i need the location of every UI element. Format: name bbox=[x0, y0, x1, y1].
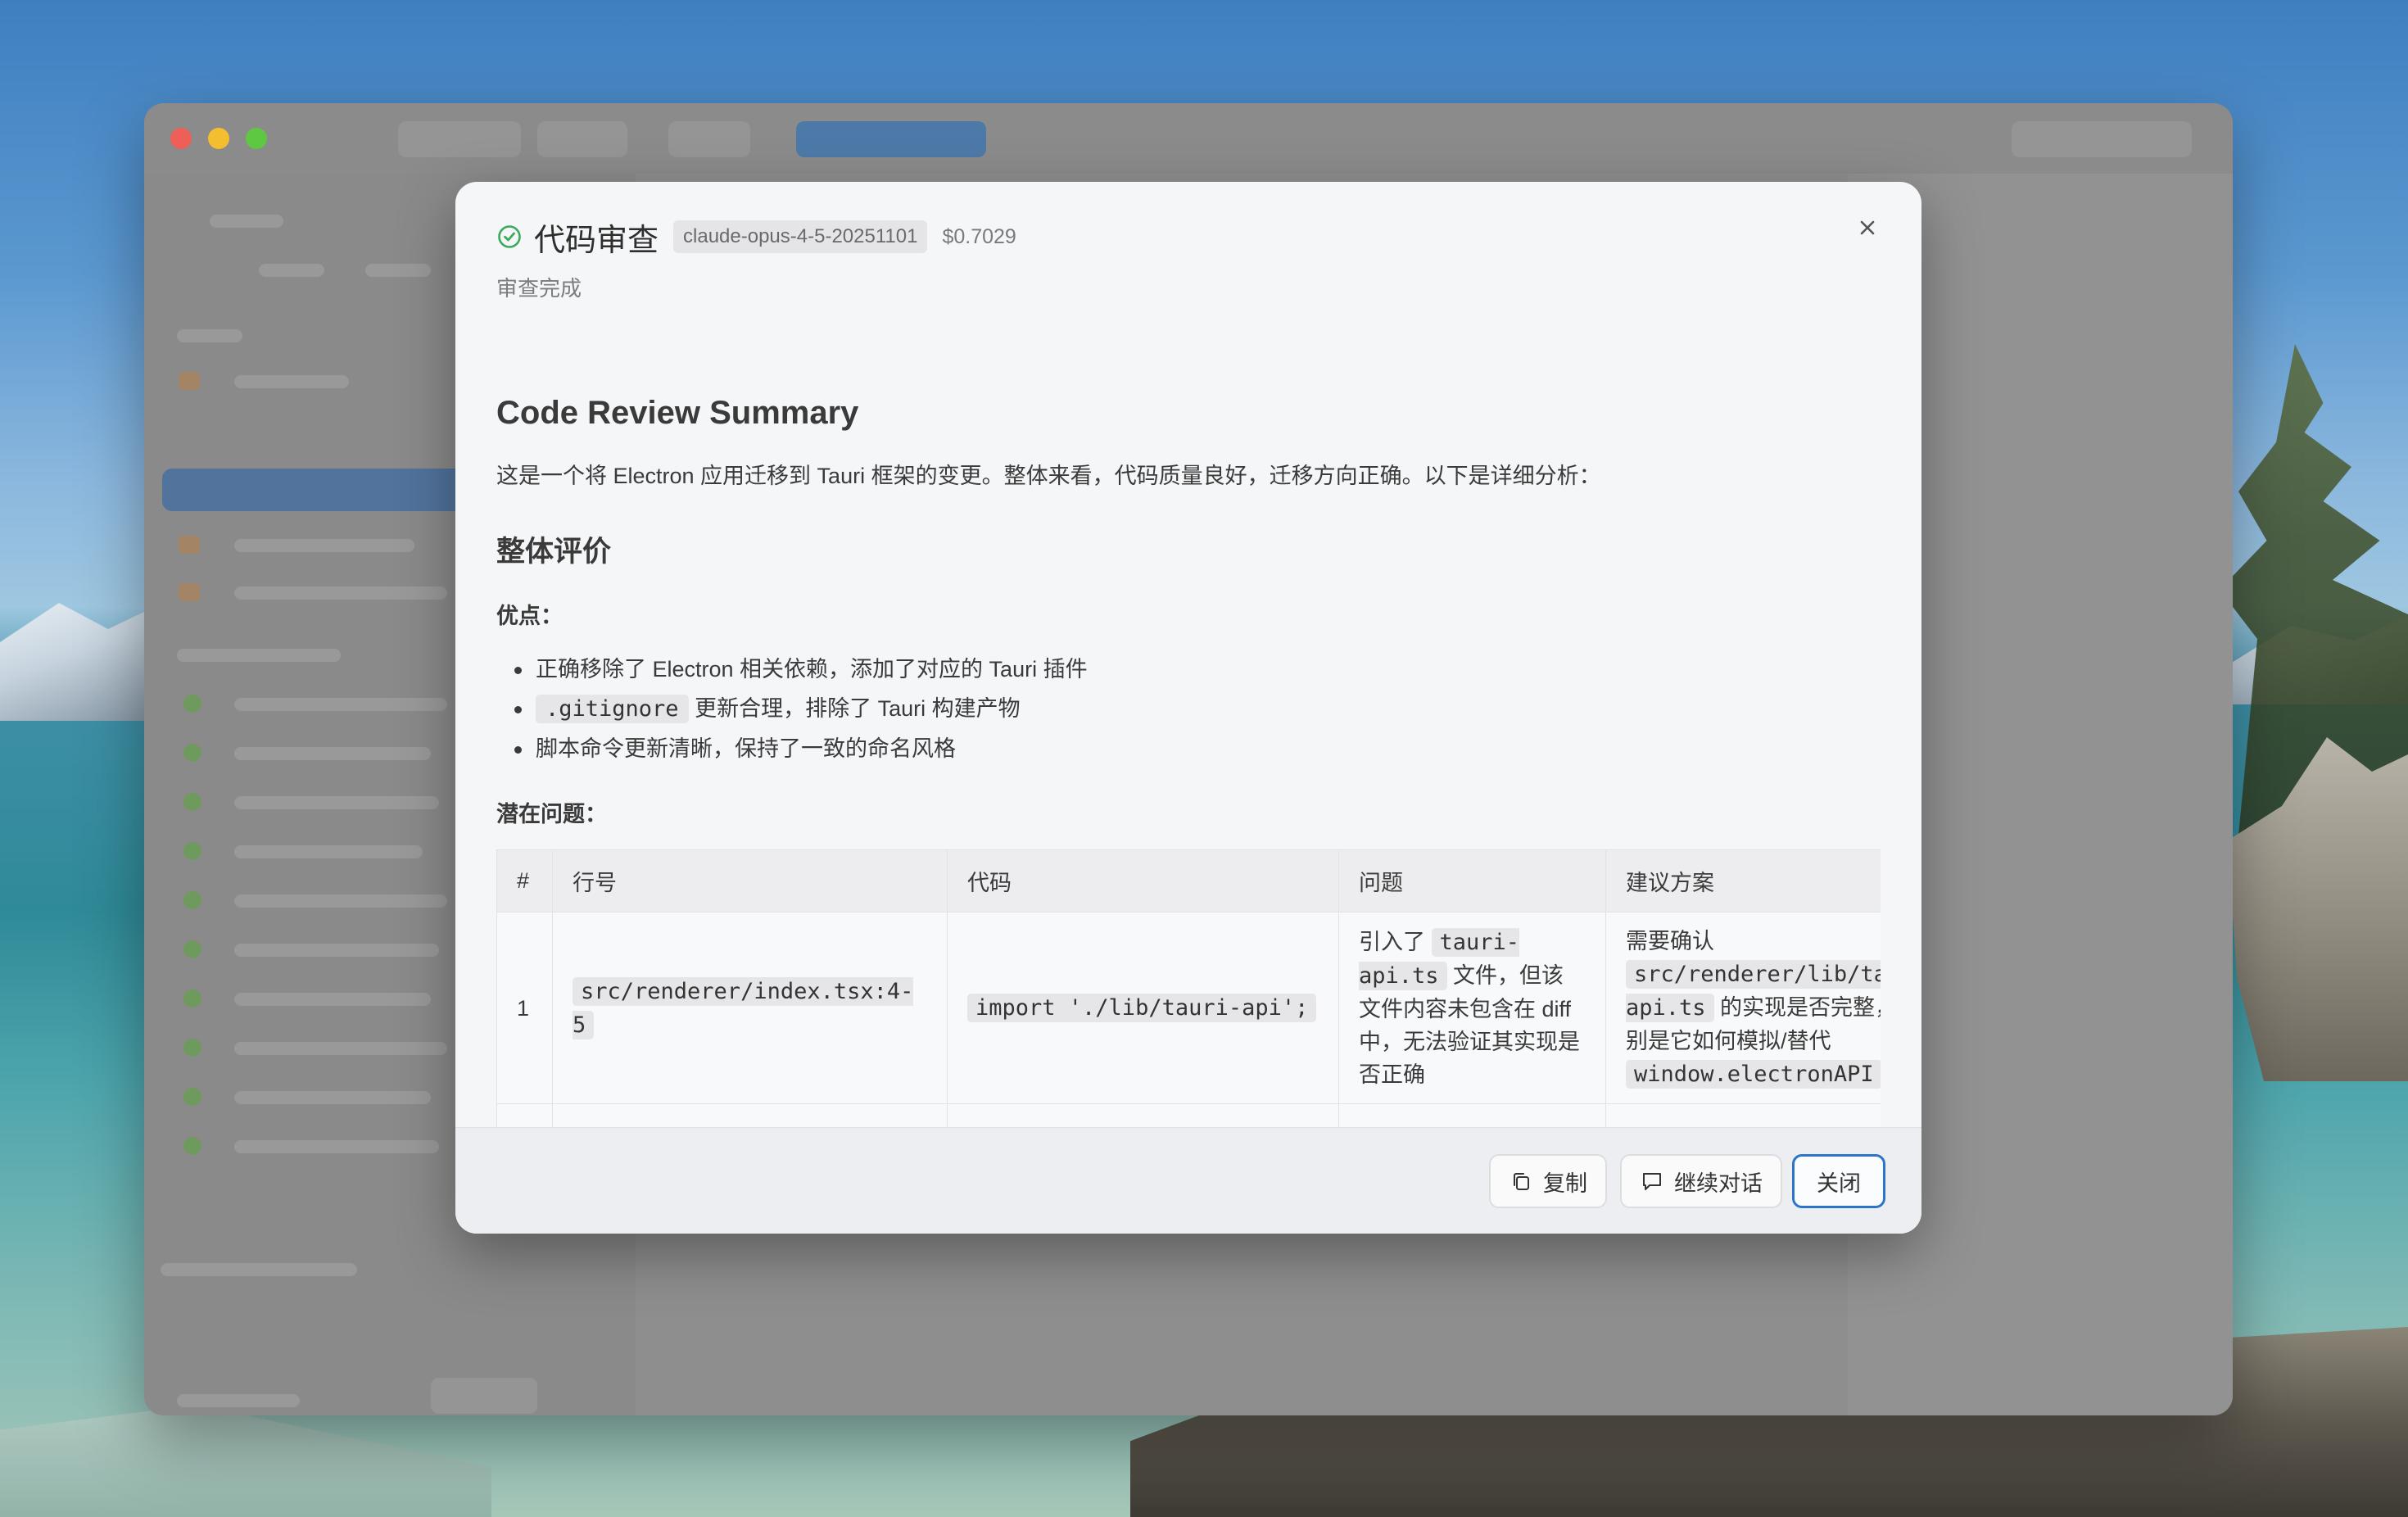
list-item-text: 正确移除了 Electron 相关依赖，添加了对应的 Tauri 插件 bbox=[536, 657, 1088, 682]
list-item-text: 脚本命令更新清晰，保持了一致的命名风格 bbox=[536, 736, 956, 761]
dimmed-line bbox=[161, 1263, 357, 1276]
dimmed-line bbox=[234, 1140, 439, 1153]
dimmed-line bbox=[234, 1091, 431, 1104]
copy-button-label: 复制 bbox=[1543, 1171, 1587, 1196]
dimmed-toolbar-item bbox=[668, 121, 750, 157]
dimmed-line bbox=[234, 375, 349, 388]
dimmed-status-icon bbox=[183, 1137, 201, 1155]
dimmed-selected-item bbox=[162, 469, 490, 511]
dimmed-line bbox=[210, 215, 283, 228]
app-titlebar bbox=[144, 103, 2233, 174]
column-header-line: 行号 bbox=[552, 849, 948, 912]
dimmed-status-icon bbox=[183, 940, 201, 958]
dimmed-account bbox=[2012, 121, 2192, 157]
copy-icon bbox=[1514, 1173, 1529, 1190]
status-subtitle: 审查完成 bbox=[496, 276, 582, 301]
cell-text: 引入了 bbox=[1359, 929, 1432, 954]
model-badge: claude-opus-4-5-20251101 bbox=[673, 220, 928, 253]
dimmed-line bbox=[234, 698, 447, 711]
inline-code: import './lib/tauri-api'; bbox=[967, 994, 1317, 1022]
dimmed-toolbar-item bbox=[537, 121, 627, 157]
dimmed-status-icon bbox=[183, 1039, 201, 1057]
dimmed-line bbox=[234, 944, 439, 957]
chat-bubble-icon bbox=[1643, 1173, 1661, 1190]
copy-button[interactable]: 复制 bbox=[1489, 1154, 1607, 1208]
dimmed-status-icon bbox=[183, 744, 201, 762]
dimmed-line bbox=[259, 264, 324, 277]
cell-code: import './lib/tauri-api'; bbox=[947, 912, 1339, 1104]
dimmed-line bbox=[234, 1042, 447, 1055]
dimmed-line bbox=[234, 586, 447, 600]
summary-heading: Code Review Summary bbox=[496, 395, 859, 431]
dimmed-line bbox=[234, 845, 423, 858]
pros-list: 正确移除了 Electron 相关依赖，添加了对应的 Tauri 插件 .git… bbox=[496, 650, 1881, 768]
inline-code: .gitignore bbox=[536, 695, 689, 723]
continue-chat-button[interactable]: 继续对话 bbox=[1620, 1154, 1782, 1208]
cost-label: $0.7029 bbox=[942, 224, 1016, 248]
inline-code: window.electronAPI bbox=[1626, 1060, 1881, 1089]
dimmed-line bbox=[177, 649, 341, 662]
column-header-fix: 建议方案 bbox=[1605, 849, 1881, 912]
close-button[interactable]: 关闭 bbox=[1792, 1154, 1885, 1208]
dimmed-line bbox=[177, 1394, 300, 1407]
dimmed-line bbox=[234, 993, 431, 1006]
dimmed-folder-icon bbox=[179, 583, 200, 601]
dimmed-line bbox=[234, 747, 431, 760]
dimmed-status-icon bbox=[183, 793, 201, 811]
dimmed-line bbox=[234, 796, 439, 809]
dimmed-status-icon bbox=[183, 891, 201, 909]
dimmed-toolbar-item bbox=[398, 121, 521, 157]
dimmed-line bbox=[234, 539, 414, 552]
table-header-row: # 行号 代码 问题 建议方案 bbox=[496, 849, 1881, 912]
inline-code: src/renderer/index.tsx:4-5 bbox=[573, 976, 914, 1039]
check-circle-icon bbox=[498, 225, 521, 248]
dimmed-button bbox=[431, 1378, 537, 1414]
column-header-issue: 问题 bbox=[1338, 849, 1606, 912]
cell-index: 1 bbox=[496, 912, 553, 1104]
dialog-footer: 复制 继续对话 关闭 bbox=[455, 1127, 1921, 1234]
list-item-text: 更新合理，排除了 Tauri 构建产物 bbox=[688, 696, 1021, 721]
window-close-button[interactable] bbox=[170, 128, 192, 149]
dialog-header: 代码审查 claude-opus-4-5-20251101 $0.7029 审查… bbox=[496, 216, 1881, 302]
dimmed-status-icon bbox=[183, 695, 201, 713]
dialog-title: 代码审查 bbox=[534, 223, 659, 258]
dimmed-status-icon bbox=[183, 1088, 201, 1106]
title-row: 代码审查 claude-opus-4-5-20251101 $0.7029 bbox=[496, 216, 1881, 258]
code-review-dialog: 代码审查 claude-opus-4-5-20251101 $0.7029 审查… bbox=[455, 182, 1921, 1234]
column-header-code: 代码 bbox=[947, 849, 1339, 912]
window-zoom-button[interactable] bbox=[246, 128, 267, 149]
dimmed-primary-button bbox=[796, 121, 986, 157]
cell-fix: 需要确认 src/renderer/lib/tauri-api.ts 的实现是否… bbox=[1605, 912, 1881, 1104]
close-button-label: 关闭 bbox=[1817, 1171, 1861, 1196]
window-minimize-button[interactable] bbox=[208, 128, 229, 149]
review-content[interactable]: Code Review Summary 这是一个将 Electron 应用迁移到… bbox=[496, 395, 1881, 1234]
cell-text: 需要确认 bbox=[1626, 929, 1714, 953]
overall-heading: 整体评价 bbox=[496, 536, 612, 568]
summary-intro: 这是一个将 Electron 应用迁移到 Tauri 框架的变更。整体来看，代码… bbox=[496, 464, 1601, 488]
close-icon[interactable] bbox=[1851, 211, 1884, 244]
table-row: 1 src/renderer/index.tsx:4-5 import './l… bbox=[496, 912, 1881, 1104]
continue-chat-label: 继续对话 bbox=[1674, 1171, 1763, 1196]
column-header-index: # bbox=[496, 849, 553, 912]
issues-heading: 潜在问题： bbox=[496, 802, 607, 826]
pros-heading: 优点： bbox=[496, 604, 563, 628]
dimmed-status-icon bbox=[183, 842, 201, 860]
dimmed-line bbox=[177, 329, 242, 342]
dimmed-folder-icon bbox=[179, 536, 200, 554]
dimmed-folder-icon bbox=[179, 372, 200, 390]
cell-issue: 引入了 tauri-api.ts 文件，但该文件内容未包含在 diff 中，无法… bbox=[1338, 912, 1606, 1104]
dimmed-line bbox=[234, 894, 447, 908]
list-item: 正确移除了 Electron 相关依赖，添加了对应的 Tauri 插件 bbox=[496, 650, 1881, 689]
list-item: .gitignore 更新合理，排除了 Tauri 构建产物 bbox=[496, 689, 1881, 729]
dimmed-line bbox=[365, 264, 431, 277]
list-item: 脚本命令更新清晰，保持了一致的命名风格 bbox=[496, 729, 1881, 768]
dimmed-status-icon bbox=[183, 989, 201, 1008]
cell-line: src/renderer/index.tsx:4-5 bbox=[552, 912, 948, 1104]
